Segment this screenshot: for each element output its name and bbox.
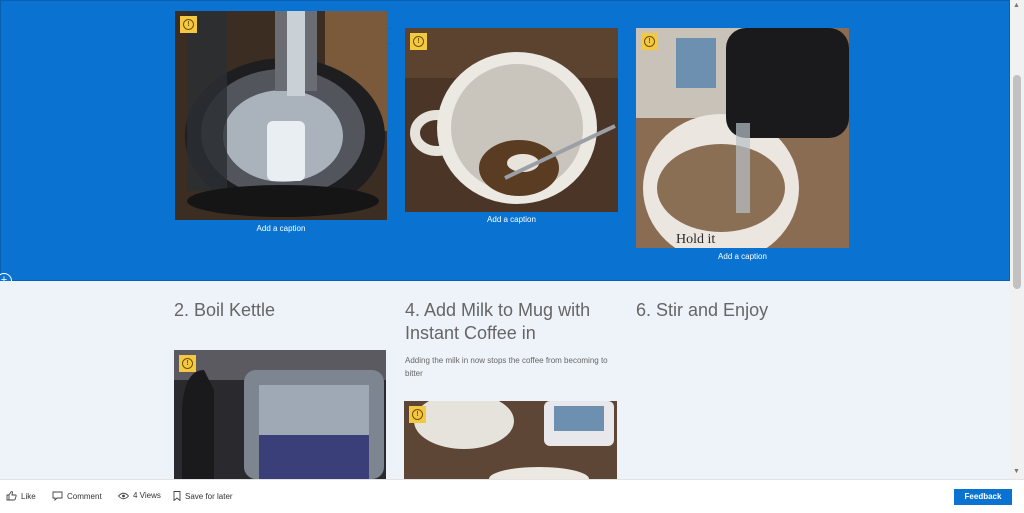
image-info-icon[interactable]: ! (180, 16, 197, 33)
comment-icon (52, 491, 63, 501)
image-info-icon[interactable]: ! (641, 33, 658, 50)
step-title-boil-kettle: 2. Boil Kettle (174, 300, 276, 320)
page-scrollbar[interactable]: ▲ ▼ (1010, 0, 1024, 479)
steps-section: 2. Boil Kettle 4. Add Milk to Mug with I… (0, 281, 1010, 479)
mugs-photo[interactable]: ! (404, 401, 617, 479)
pouring-milk-photo[interactable]: Hold it ! (636, 28, 849, 248)
image-info-icon[interactable]: ! (179, 355, 196, 372)
feedback-button[interactable]: Feedback (954, 489, 1012, 505)
like-button[interactable]: Like (6, 491, 36, 501)
comment-label: Comment (67, 491, 102, 501)
save-for-later-button[interactable]: Save for later (173, 491, 233, 501)
caption-photo-2[interactable]: Add a caption (405, 215, 618, 224)
step-title-add-milk: 4. Add Milk to Mug with Instant Coffee i… (405, 300, 591, 343)
eye-icon (118, 492, 129, 499)
thumbs-up-icon (6, 491, 17, 501)
kettle-exterior-photo[interactable]: ! (174, 350, 386, 479)
svg-text:Hold it: Hold it (676, 232, 715, 247)
scroll-up-icon[interactable]: ▲ (1013, 2, 1020, 10)
step-description-add-milk: Adding the milk in now stops the coffee … (405, 356, 608, 378)
bookmark-icon (173, 491, 181, 501)
mug-coffee-granules-photo[interactable]: ! (405, 28, 618, 212)
image-info-icon[interactable]: ! (409, 406, 426, 423)
views-count: 4 Views (118, 491, 161, 500)
image-info-icon[interactable]: ! (410, 33, 427, 50)
step-title-stir-enjoy: 6. Stir and Enjoy (636, 300, 769, 320)
page-footer: Like Comment 4 Views Save for later Feed… (0, 479, 1024, 513)
like-label: Like (21, 491, 36, 501)
blue-image-section: ! Add a caption ! Add a caption Hold it (0, 0, 1010, 281)
views-label: 4 Views (133, 491, 161, 500)
caption-photo-1[interactable]: Add a caption (175, 224, 387, 233)
save-label: Save for later (185, 491, 233, 501)
caption-photo-3[interactable]: Add a caption (636, 252, 849, 261)
scroll-thumb[interactable] (1013, 75, 1021, 289)
scroll-down-icon[interactable]: ▼ (1013, 468, 1020, 476)
comment-button[interactable]: Comment (52, 491, 102, 501)
kettle-interior-photo[interactable]: ! (175, 11, 387, 220)
